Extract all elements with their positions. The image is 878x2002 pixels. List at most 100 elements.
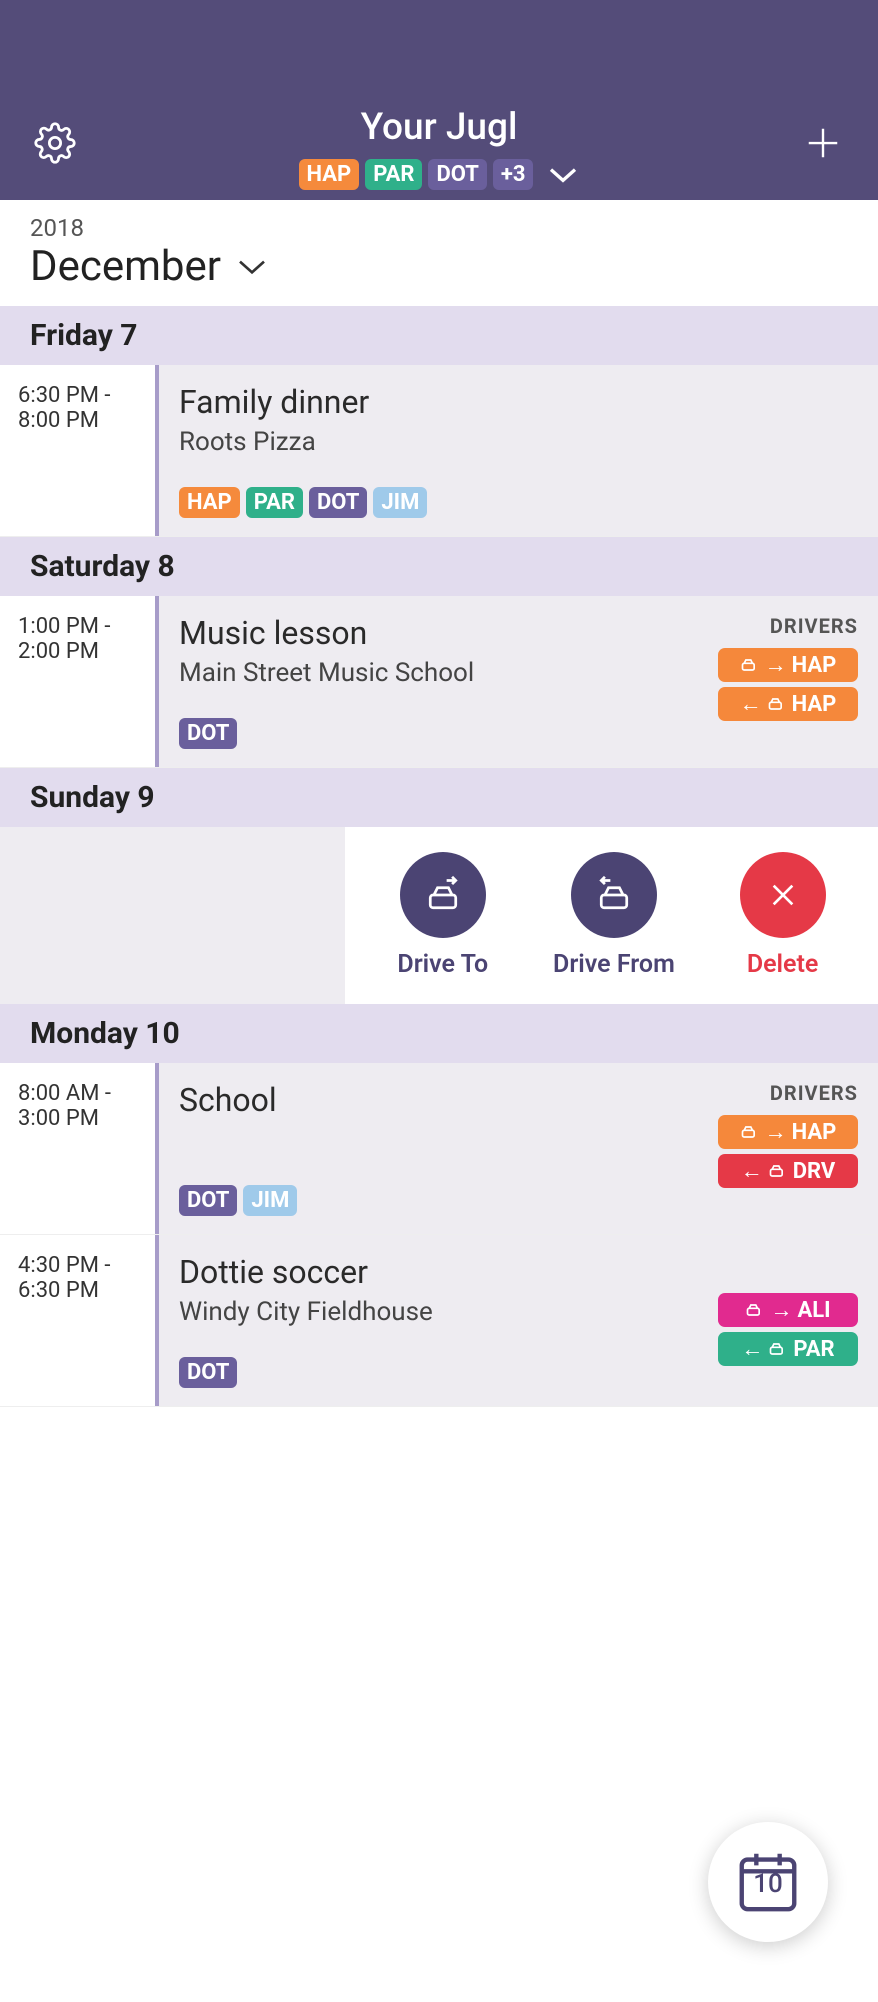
event-start: 4:30 PM - — [18, 1253, 145, 1278]
car-to-icon — [740, 1124, 760, 1140]
event-start: 1:00 PM - — [18, 614, 145, 639]
chevron-down-icon[interactable] — [236, 256, 268, 278]
drive-to-button[interactable]: Drive To — [397, 852, 488, 979]
driver-from-badge[interactable]: ← HAP — [718, 687, 858, 721]
calendar-icon: 10 — [733, 1845, 803, 1919]
action-label: Drive To — [397, 950, 488, 979]
arrow-left-icon: ← — [741, 1336, 763, 1362]
filter-tag-dot[interactable]: DOT — [428, 159, 486, 190]
event-tag: DOT — [309, 487, 367, 518]
arrow-left-icon: ← — [740, 691, 762, 717]
driver-name: ALI — [797, 1298, 830, 1323]
event-time: 8:00 AM - 3:00 PM — [0, 1063, 155, 1234]
today-fab[interactable]: 10 — [708, 1822, 828, 1942]
car-from-icon — [592, 875, 636, 915]
event-content: Dottie soccer Windy City Fieldhouse DOT … — [155, 1235, 878, 1406]
event-tags: DOT — [179, 718, 718, 749]
drive-from-circle — [571, 852, 657, 938]
event-title: Family dinner — [179, 383, 858, 421]
event-location: Windy City Fieldhouse — [179, 1297, 718, 1327]
drive-from-button[interactable]: Drive From — [553, 852, 675, 979]
event-end: 8:00 PM — [18, 408, 145, 433]
event-tags: DOT — [179, 1357, 718, 1388]
event-tag: JIM — [243, 1185, 297, 1216]
action-spacer — [0, 827, 345, 1004]
day-header-friday: Friday 7 — [0, 306, 878, 365]
car-from-icon — [767, 696, 787, 712]
event-start: 6:30 PM - — [18, 383, 145, 408]
month-row: December — [30, 242, 848, 291]
car-from-icon — [768, 1341, 788, 1357]
event-tag: DOT — [179, 1185, 237, 1216]
event-content: Music lesson Main Street Music School DO… — [155, 596, 878, 767]
event-end: 6:30 PM — [18, 1278, 145, 1303]
header-center: Your Jugl HAP PAR DOT +3 — [80, 106, 798, 190]
arrow-left-icon: ← — [741, 1158, 763, 1184]
drivers-label: DRIVERS — [718, 1081, 858, 1105]
year-label: 2018 — [30, 214, 848, 242]
car-from-icon — [768, 1163, 788, 1179]
close-icon — [767, 879, 799, 911]
event-time: 1:00 PM - 2:00 PM — [0, 596, 155, 767]
event-time: 4:30 PM - 6:30 PM — [0, 1235, 155, 1406]
event-tag: DOT — [179, 1357, 237, 1388]
delete-circle — [740, 852, 826, 938]
event-title: Music lesson — [179, 614, 718, 652]
delete-button[interactable]: Delete — [740, 852, 826, 979]
event-tag: JIM — [373, 487, 427, 518]
event-item[interactable]: 4:30 PM - 6:30 PM Dottie soccer Windy Ci… — [0, 1235, 878, 1407]
event-item[interactable]: 8:00 AM - 3:00 PM School DOT JIM DRIVERS… — [0, 1063, 878, 1235]
driver-to-badge[interactable]: → HAP — [718, 648, 858, 682]
event-item[interactable]: 6:30 PM - 8:00 PM Family dinner Roots Pi… — [0, 365, 878, 537]
settings-button[interactable] — [30, 118, 80, 168]
event-item[interactable]: 1:00 PM - 2:00 PM Music lesson Main Stre… — [0, 596, 878, 768]
day-header-saturday: Saturday 8 — [0, 537, 878, 596]
event-drivers: DRIVERS → HAP ← HAP — [718, 614, 858, 749]
gear-icon — [34, 122, 76, 164]
driver-name: DRV — [793, 1159, 836, 1184]
action-buttons: Drive To Drive From Delete — [345, 827, 878, 1004]
filter-tag-hap[interactable]: HAP — [299, 159, 360, 190]
event-location: Main Street Music School — [179, 658, 718, 688]
event-end: 3:00 PM — [18, 1106, 145, 1131]
driver-from-badge[interactable]: ← DRV — [718, 1154, 858, 1188]
action-label: Drive From — [553, 950, 675, 979]
filter-tag-more[interactable]: +3 — [493, 159, 534, 190]
driver-to-badge[interactable]: → HAP — [718, 1115, 858, 1149]
drive-to-circle — [400, 852, 486, 938]
fab-day-number: 10 — [733, 1869, 803, 1899]
arrow-right-icon: → — [765, 1119, 787, 1145]
chevron-down-icon[interactable] — [547, 165, 579, 185]
date-selector[interactable]: 2018 December — [0, 200, 878, 306]
driver-name: HAP — [792, 692, 837, 717]
event-drivers: → ALI ← PAR — [718, 1253, 858, 1388]
event-content: School DOT JIM DRIVERS → HAP ← DRV — [155, 1063, 878, 1234]
event-time: 6:30 PM - 8:00 PM — [0, 365, 155, 536]
action-label: Delete — [747, 950, 819, 979]
driver-to-badge[interactable]: → ALI — [718, 1293, 858, 1327]
arrow-right-icon: → — [770, 1297, 792, 1323]
driver-name: PAR — [793, 1337, 834, 1362]
event-title: School — [179, 1081, 718, 1119]
event-tags: HAP PAR DOT JIM — [179, 487, 858, 518]
driver-name: HAP — [792, 653, 837, 678]
header-inner: Your Jugl HAP PAR DOT +3 — [0, 106, 878, 190]
plus-icon — [804, 124, 842, 162]
event-drivers: DRIVERS → HAP ← DRV — [718, 1081, 858, 1216]
day-header-sunday: Sunday 9 — [0, 768, 878, 827]
event-end: 2:00 PM — [18, 639, 145, 664]
filter-tag-par[interactable]: PAR — [365, 159, 422, 190]
add-button[interactable] — [798, 118, 848, 168]
swipe-action-row: Drive To Drive From Delete — [0, 827, 878, 1004]
header-filter-tags[interactable]: HAP PAR DOT +3 — [299, 159, 580, 190]
day-header-monday: Monday 10 — [0, 1004, 878, 1063]
event-start: 8:00 AM - — [18, 1081, 145, 1106]
driver-from-badge[interactable]: ← PAR — [718, 1332, 858, 1366]
car-to-icon — [745, 1302, 765, 1318]
event-location — [179, 1125, 718, 1155]
app-title: Your Jugl — [361, 106, 518, 149]
app-header: Your Jugl HAP PAR DOT +3 — [0, 0, 878, 200]
event-tags: DOT JIM — [179, 1185, 718, 1216]
arrow-right-icon: → — [765, 652, 787, 678]
event-location: Roots Pizza — [179, 427, 858, 457]
